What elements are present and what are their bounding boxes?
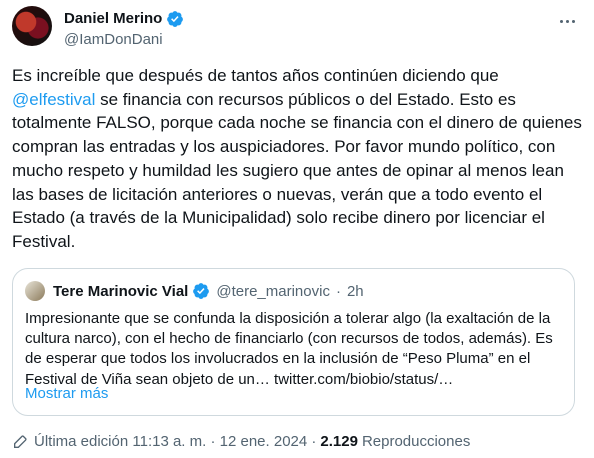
verified-badge-icon xyxy=(167,11,184,27)
quote-author-handle[interactable]: @tere_marinovic xyxy=(216,283,330,300)
quote-header: Tere Marinovic Vial @tere_marinovic · 2h xyxy=(25,281,364,301)
quote-separator: · xyxy=(335,282,341,300)
views-label: Reproducciones xyxy=(361,433,471,450)
quote-author-name[interactable]: Tere Marinovic Vial xyxy=(53,283,188,300)
mention-link[interactable]: @elfestival xyxy=(12,90,95,109)
show-more-link[interactable]: Mostrar más xyxy=(25,385,108,402)
tweet-text: Es increíble que después de tantos años … xyxy=(12,64,582,254)
more-dot-icon xyxy=(559,19,563,23)
quote-avatar[interactable] xyxy=(25,281,45,301)
quote-timestamp[interactable]: 2h xyxy=(347,283,364,300)
views-count: 2.129 xyxy=(320,433,358,450)
author-info: Daniel Merino @IamDonDani xyxy=(64,9,184,50)
more-dot-icon xyxy=(565,19,569,23)
author-handle[interactable]: @IamDonDani xyxy=(64,30,184,50)
more-options-button[interactable] xyxy=(556,10,578,32)
tweet-text-part: se financia con recursos públicos o del … xyxy=(12,89,582,251)
edited-timestamp[interactable]: Última edición 11:13 a. m. · 12 ene. 202… xyxy=(34,433,316,450)
tweet-footer: Última edición 11:13 a. m. · 12 ene. 202… xyxy=(12,433,470,450)
quoted-tweet[interactable]: Tere Marinovic Vial @tere_marinovic · 2h… xyxy=(12,268,575,416)
edit-pencil-icon xyxy=(14,434,27,448)
verified-badge-icon xyxy=(193,283,210,299)
tweet-text-part: Es increíble que después de tantos años … xyxy=(12,66,499,85)
author-avatar[interactable] xyxy=(12,6,52,46)
quote-text: Impresionante que se confunda la disposi… xyxy=(25,310,553,388)
more-dot-icon xyxy=(571,19,575,23)
author-name[interactable]: Daniel Merino xyxy=(64,9,162,29)
